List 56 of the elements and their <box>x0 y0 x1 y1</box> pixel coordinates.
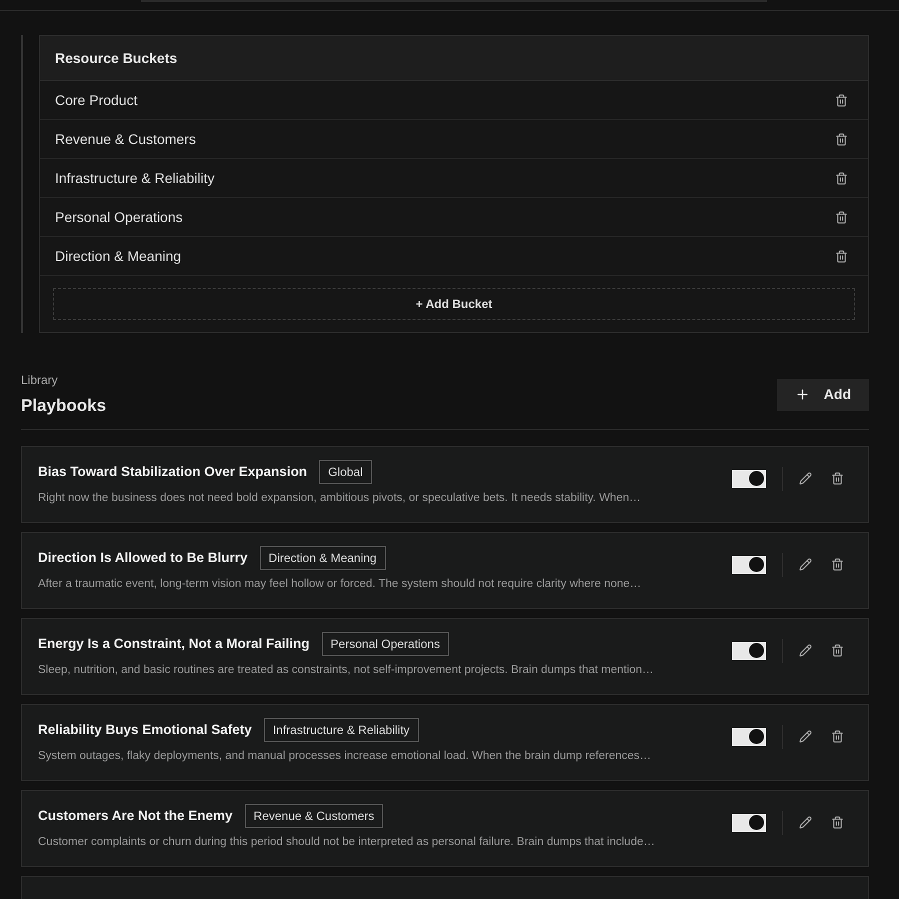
playbook-description: Sleep, nutrition, and basic routines are treated as constraints, not self-improvement projects. Brain dumps that mention… <box>38 663 654 678</box>
playbook-description: System outages, flaky deployments, and manual processes increase emotional load. When the brain dump references… <box>38 749 652 764</box>
category-tag: Infrastructure & Reliability <box>264 718 419 742</box>
bucket-name: Personal Operations <box>55 208 183 227</box>
delete-icon[interactable] <box>831 644 844 657</box>
bucket-name: Direction & Meaning <box>55 246 182 266</box>
edit-icon[interactable] <box>799 558 812 571</box>
delete-icon[interactable] <box>831 730 844 743</box>
delete-icon[interactable] <box>835 210 848 224</box>
playbook-title: Direction Is Allowed to Be Blurry <box>38 549 248 568</box>
delete-icon[interactable] <box>835 172 848 184</box>
section-title: Playbooks <box>21 395 106 417</box>
bucket-row[interactable]: Infrastructure & Reliability <box>40 159 868 198</box>
playbook-title: Energy Is a Constraint, Not a Moral Failing <box>38 635 310 654</box>
toggle-switch[interactable] <box>732 556 766 574</box>
edit-icon[interactable] <box>799 816 812 829</box>
delete-icon[interactable] <box>835 132 848 146</box>
playbook-description: Right now the business does not need bold expansion, ambitious pivots, or speculative bets. It needs stability. When… <box>38 491 641 506</box>
bucket-row[interactable]: Personal Operations <box>40 198 868 237</box>
category-tag: Direction & Meaning <box>260 546 386 570</box>
bucket-name: Core Product <box>55 90 138 110</box>
category-tag: Revenue & Customers <box>244 804 384 828</box>
add-bucket-button[interactable]: + Add Bucket <box>53 288 855 320</box>
add-button[interactable]: Add <box>776 378 869 410</box>
bucket-row[interactable]: Core Product <box>40 81 868 120</box>
playbook-title: Bias Toward Stabilization Over Expansion <box>38 463 308 482</box>
delete-icon[interactable] <box>831 558 844 571</box>
toggle-knob <box>749 643 764 658</box>
section-eyebrow: Library <box>21 372 59 389</box>
delete-icon[interactable] <box>835 94 848 106</box>
toggle-switch[interactable] <box>732 814 766 832</box>
bucket-row[interactable]: Direction & Meaning <box>40 237 868 276</box>
category-tag: Personal Operations <box>322 632 449 656</box>
delete-icon[interactable] <box>831 816 844 829</box>
playbook-description: After a traumatic event, long-term vision may feel hollow or forced. The system should not require clarity where none… <box>38 577 642 592</box>
delete-icon[interactable] <box>831 472 844 485</box>
edit-icon[interactable] <box>799 472 812 485</box>
playbook-title: Reliability Buys Emotional Safety <box>38 721 252 740</box>
toggle-switch[interactable] <box>732 470 766 488</box>
panel-title: Resource Buckets <box>55 48 178 68</box>
bucket-name: Infrastructure & Reliability <box>55 168 215 188</box>
toggle-knob <box>749 729 764 744</box>
edit-icon[interactable] <box>799 644 812 657</box>
toggle-knob <box>749 471 764 486</box>
playbook-title: Customers Are Not the Enemy <box>38 807 233 826</box>
category-tag: Global <box>319 460 372 484</box>
edit-icon[interactable] <box>799 730 812 743</box>
delete-icon[interactable] <box>835 250 848 262</box>
toggle-knob <box>749 815 764 830</box>
bucket-row[interactable]: Revenue & Customers <box>40 120 868 159</box>
toggle-switch[interactable] <box>732 642 766 660</box>
toggle-switch[interactable] <box>732 728 766 746</box>
playbook-description: Customer complaints or churn during this period should not be interpreted as personal failure. Brain dumps that include… <box>38 835 655 850</box>
toggle-knob <box>749 557 764 572</box>
plus-icon <box>794 387 810 402</box>
bucket-name: Revenue & Customers <box>55 130 196 148</box>
